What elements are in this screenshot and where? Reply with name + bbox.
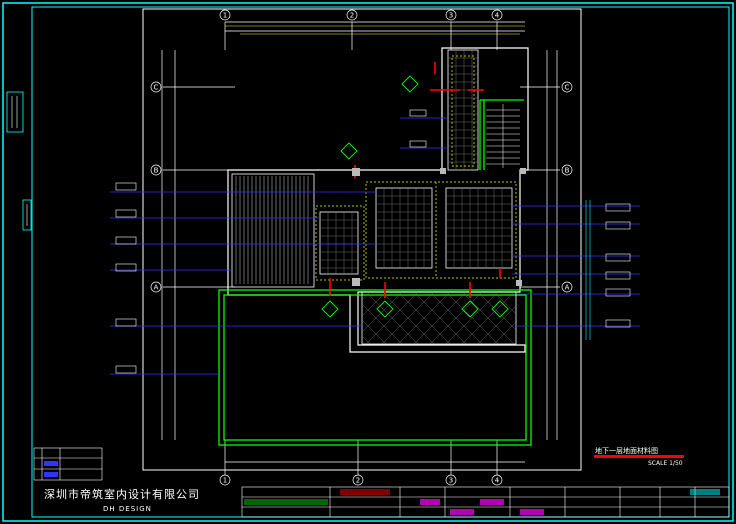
plan-scale: SCALE 1/50 [648,460,683,467]
grid-col-1-top: 1 [223,12,227,20]
red-markers [329,62,501,298]
grid-row-a-left: A [154,284,159,292]
company-subtitle: DH DESIGN [103,505,152,513]
outer-border [2,2,734,522]
green-walls [218,99,532,446]
grid-row-a-right: A [565,284,570,292]
grid-row-c-left: C [154,84,159,92]
top-dimension-ticks [225,25,525,35]
right-margin-lines [585,200,591,340]
grid-row-c-right: C [565,84,570,92]
grid-col-4-top: 4 [495,12,500,20]
grid-col-3-bottom: 3 [449,477,453,485]
grid-row-b-right: B [565,167,570,175]
grid-labels: 1 2 3 4 1 2 3 4 C B A C B A [154,12,570,485]
grid-row-b-left: B [154,167,159,175]
diamond-paving [361,291,517,345]
building-walls [227,47,529,353]
company-name: 深圳市帝筑室内设计有限公司 [44,488,200,501]
left-grid-axis [150,50,235,440]
grid-col-2-top: 2 [350,12,354,20]
bottom-grid-axis [219,440,525,486]
hatched-room [231,173,315,288]
title-block-fill [244,489,720,515]
plan-title: 地下一层地面材料图 [595,447,658,455]
staircase [486,104,520,168]
binding-strip [6,91,32,231]
grid-col-4-bottom: 4 [495,477,500,485]
left-tags [115,182,137,374]
grid-col-2-bottom: 2 [356,477,360,485]
top-grid-axis [219,9,525,50]
paper-frame [142,8,582,471]
grid-col-1-bottom: 1 [223,477,227,485]
grid-col-3-top: 3 [449,12,453,20]
tile-grid-rooms [319,49,513,275]
